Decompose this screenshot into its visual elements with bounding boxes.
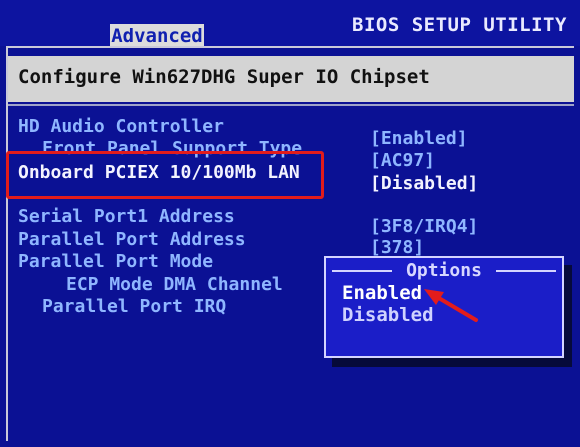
value-front-panel-support-type[interactable]: [AC97] [370,150,435,171]
value-parallel-port-address[interactable]: [378] [370,237,424,258]
section-title: Configure Win627DHG Super IO Chipset [18,66,430,88]
setting-ecp-mode-dma-channel[interactable]: ECP Mode DMA Channel [66,274,283,295]
divider [8,104,574,106]
options-popup: Options Enabled Disabled [324,256,564,358]
highlight-box [6,151,324,199]
bios-title: BIOS SETUP UTILITY [352,14,567,36]
setting-parallel-port-irq[interactable]: Parallel Port IRQ [42,296,226,317]
options-title: Options [406,260,482,281]
setting-serial-port1-address[interactable]: Serial Port1 Address [18,206,235,227]
setting-parallel-port-address[interactable]: Parallel Port Address [18,229,246,250]
option-disabled[interactable]: Disabled [342,304,434,326]
value-hd-audio-controller[interactable]: [Enabled] [370,128,468,149]
value-onboard-lan[interactable]: [Disabled] [370,173,478,194]
tab-advanced[interactable]: Advanced [110,24,204,48]
value-serial-port1-address[interactable]: [3F8/IRQ4] [370,216,478,237]
option-enabled[interactable]: Enabled [342,282,422,304]
bios-screen: BIOS SETUP UTILITY Advanced Configure Wi… [0,0,580,447]
setting-parallel-port-mode[interactable]: Parallel Port Mode [18,251,213,272]
setting-hd-audio-controller[interactable]: HD Audio Controller [18,116,224,137]
